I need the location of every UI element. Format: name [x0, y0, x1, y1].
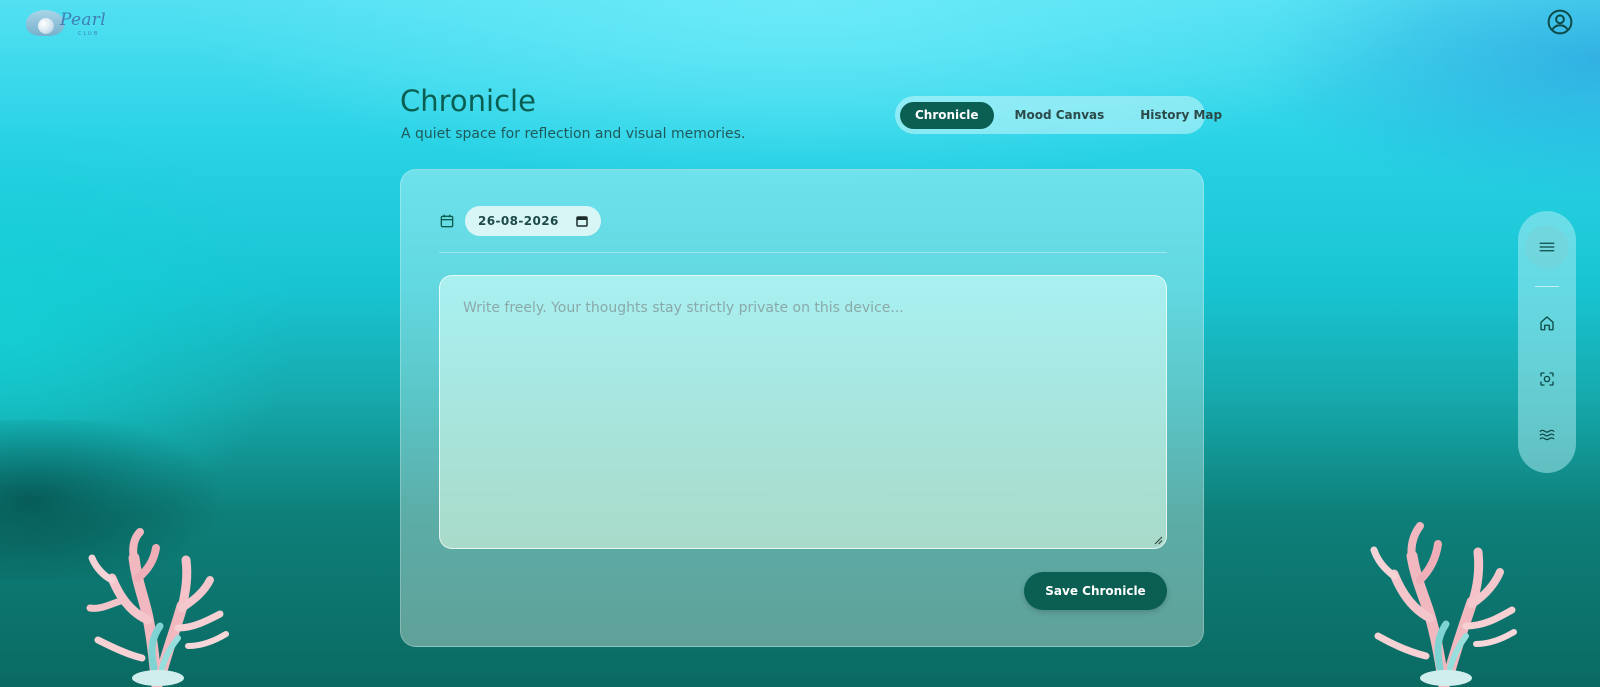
side-nav-divider	[1535, 286, 1559, 287]
tab-history-map[interactable]: History Map	[1125, 102, 1237, 129]
brand-name: Pearl	[60, 10, 106, 30]
resize-handle-icon[interactable]	[1153, 535, 1163, 545]
date-picker-icon[interactable]	[576, 215, 588, 227]
brand-tagline: CLUB	[78, 31, 100, 37]
scan-icon	[1540, 372, 1554, 386]
side-nav-waves[interactable]	[1525, 413, 1569, 457]
coral-right-decoration	[1370, 522, 1517, 687]
tab-chronicle[interactable]: Chronicle	[900, 101, 994, 129]
date-row: 26-08-2026	[439, 206, 601, 236]
side-nav-scan[interactable]	[1525, 357, 1569, 401]
side-nav	[1518, 211, 1576, 473]
date-value: 26-08-2026	[478, 214, 559, 228]
calendar-icon	[440, 214, 454, 228]
divider	[439, 252, 1167, 253]
journal-textarea[interactable]: Write freely. Your thoughts stay strictl…	[439, 275, 1167, 549]
chronicle-card: 26-08-2026 Write freely. Your thoughts s…	[400, 169, 1204, 647]
waves-icon	[1539, 429, 1555, 441]
coral-left-decoration	[86, 528, 229, 687]
side-nav-home[interactable]	[1525, 301, 1569, 345]
side-nav-menu[interactable]	[1525, 225, 1569, 269]
textarea-placeholder: Write freely. Your thoughts stay strictl…	[463, 300, 904, 316]
profile-button[interactable]	[1547, 9, 1573, 35]
page-subtitle: A quiet space for reflection and visual …	[401, 126, 746, 142]
tab-mood-canvas[interactable]: Mood Canvas	[1000, 102, 1120, 129]
menu-icon	[1539, 242, 1555, 252]
pearl-icon	[38, 18, 54, 34]
save-chronicle-button[interactable]: Save Chronicle	[1024, 572, 1167, 610]
view-tabs: Chronicle Mood Canvas History Map	[895, 96, 1222, 134]
user-circle-icon	[1547, 9, 1573, 35]
home-icon	[1540, 316, 1554, 331]
brand-logo[interactable]: Pearl CLUB	[24, 8, 108, 40]
date-input[interactable]: 26-08-2026	[465, 206, 601, 236]
page-title: Chronicle	[400, 84, 536, 118]
